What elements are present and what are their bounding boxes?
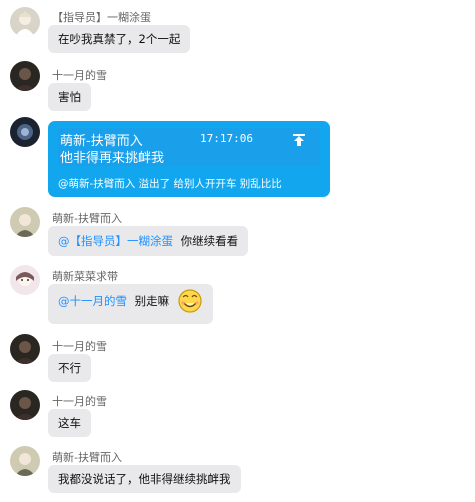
share-up-arrow-icon[interactable]	[292, 132, 306, 146]
message-text: 别走嘛	[134, 294, 170, 308]
sender-name: 萌新-扶臂而入	[52, 212, 122, 225]
avatar[interactable]	[10, 334, 40, 364]
card-reply-text: @萌新-扶臂而入 溢出了 给别人开开车 别乱比比	[58, 178, 282, 190]
avatar[interactable]	[10, 446, 40, 476]
sender-name: 【指导员】一糊涂蛋	[52, 11, 151, 24]
avatar[interactable]	[10, 390, 40, 420]
message-bubble: 我都没说话了，他非得继续挑衅我	[48, 465, 241, 493]
message-bubble: 不行	[48, 354, 91, 382]
message-text: 这车	[58, 416, 81, 430]
mention-link[interactable]: @【指导员】一糊涂蛋	[58, 234, 173, 248]
message-text: 我都没说话了，他非得继续挑衅我	[58, 472, 231, 486]
avatar[interactable]	[10, 7, 40, 37]
message-text: 害怕	[58, 90, 81, 104]
smiling-face-emoji-icon	[177, 289, 203, 313]
sender-name: 十一月的雪	[52, 340, 107, 353]
sender-name: 萌新菜菜求带	[52, 270, 118, 283]
forwarded-message-card[interactable]: 萌新-扶臂而入 17:17:06 他非得再来挑衅我 @萌新-扶臂而入 溢出了 给…	[48, 121, 330, 197]
message-bubble: 这车	[48, 409, 91, 437]
mention-link[interactable]: @十一月的雪	[58, 294, 127, 308]
quoted-timestamp: 17:17:06	[200, 132, 253, 145]
message-bubble: 在吵我真禁了，2个一起	[48, 25, 191, 53]
sender-name: 十一月的雪	[52, 395, 107, 408]
avatar[interactable]	[10, 61, 40, 91]
message-text: 不行	[58, 361, 81, 375]
avatar[interactable]	[10, 265, 40, 295]
message-text: 你继续看看	[180, 234, 239, 248]
avatar[interactable]	[10, 117, 40, 147]
sender-name: 十一月的雪	[52, 69, 107, 82]
message-bubble: @【指导员】一糊涂蛋 你继续看看	[48, 226, 249, 256]
message-bubble: 害怕	[48, 83, 91, 111]
message-bubble: @十一月的雪 别走嘛	[48, 284, 213, 324]
avatar[interactable]	[10, 207, 40, 237]
sender-name: 萌新-扶臂而入	[52, 451, 122, 464]
message-text: 在吵我真禁了，2个一起	[58, 32, 181, 46]
quoted-text: 他非得再来挑衅我	[60, 151, 165, 166]
